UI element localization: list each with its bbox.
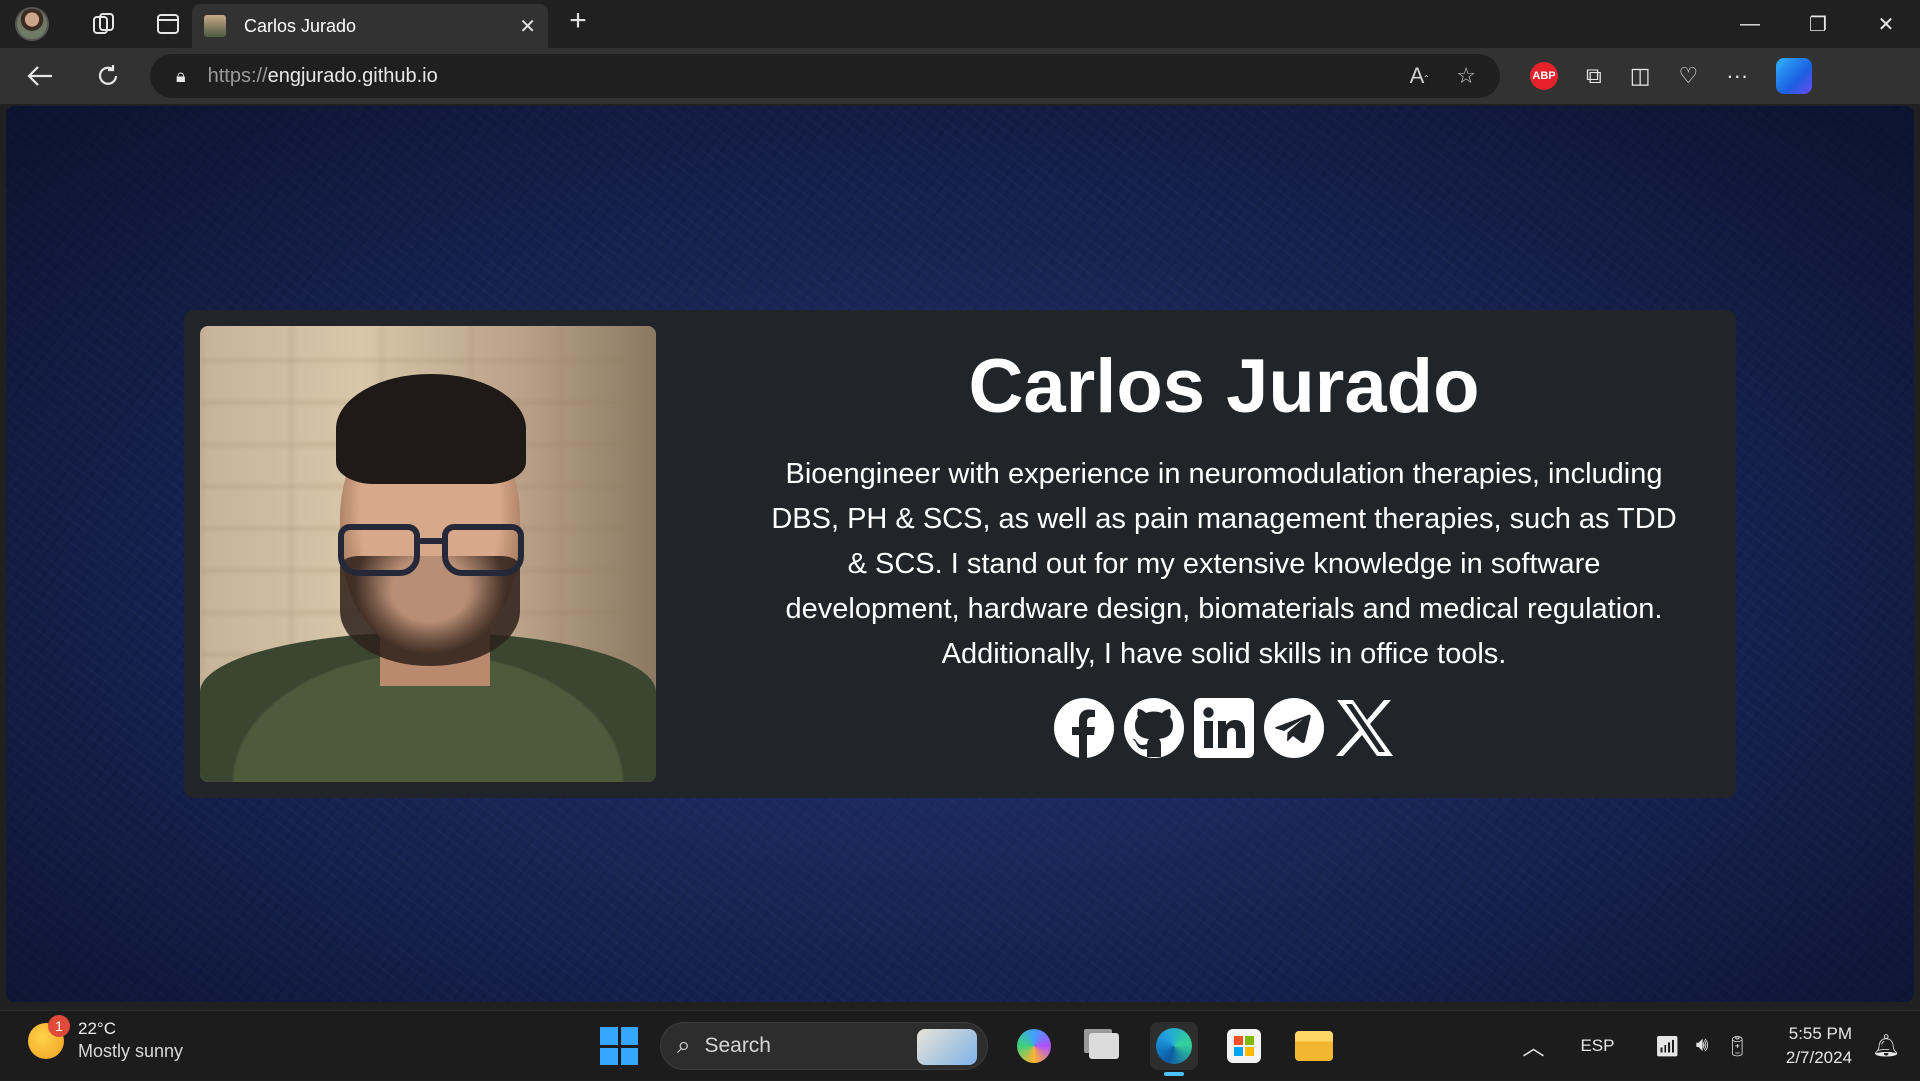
- tab-favicon: [204, 15, 226, 37]
- profile-name: Carlos Jurado: [968, 344, 1480, 429]
- url-protocol: https://: [207, 64, 268, 87]
- wifi-icon: 📶︎: [1654, 1035, 1680, 1058]
- url-actions: Aꞈ ☆: [1410, 63, 1476, 89]
- address-toolbar: 🔒︎ https://engjurado.github.io Aꞈ ☆ ABP …: [0, 48, 1920, 104]
- lock-icon[interactable]: 🔒︎: [176, 66, 186, 87]
- refresh-button[interactable]: [80, 54, 136, 98]
- workspaces-button[interactable]: [84, 4, 124, 44]
- show-hidden-icons-chevron-icon[interactable]: ︿: [1522, 1030, 1544, 1062]
- copilot-icon[interactable]: [1776, 58, 1813, 94]
- profile-info: Carlos Jurado Bioengineer with experienc…: [744, 340, 1704, 759]
- extensions-icon[interactable]: ⧉: [1586, 63, 1602, 89]
- copilot-app-icon[interactable]: [1010, 1022, 1058, 1070]
- profile-bio: Bioengineer with experience in neuromodu…: [771, 458, 1677, 670]
- weather-sun-icon: 1: [28, 1014, 70, 1059]
- search-icon: ⌕: [677, 1032, 691, 1059]
- search-label: Search: [704, 1034, 771, 1057]
- start-windows-icon[interactable]: [600, 1027, 638, 1065]
- tab-close-icon[interactable]: ✕: [519, 14, 536, 39]
- github-icon[interactable]: [1123, 697, 1185, 759]
- browser-tab-strip: Carlos Jurado ✕ + — ❐ ✕: [0, 0, 1920, 48]
- split-screen-icon[interactable]: ◫: [1630, 63, 1651, 89]
- favorite-star-icon[interactable]: ☆: [1456, 63, 1476, 89]
- social-links: [744, 697, 1704, 759]
- facebook-icon[interactable]: [1053, 697, 1115, 759]
- clock[interactable]: 5:55 PM 2/7/2024: [1786, 1022, 1852, 1070]
- minimize-icon[interactable]: —: [1716, 0, 1784, 48]
- telegram-icon[interactable]: [1263, 697, 1325, 759]
- task-view-icon[interactable]: [1080, 1022, 1128, 1070]
- weather-condition: Mostly sunny: [78, 1041, 184, 1061]
- volume-icon: 🔊︎: [1695, 1033, 1709, 1056]
- back-arrow-icon: [27, 66, 52, 86]
- restore-icon[interactable]: ❐: [1784, 0, 1852, 48]
- x-icon[interactable]: [1333, 697, 1395, 759]
- clock-time: 5:55 PM: [1788, 1024, 1853, 1043]
- new-tab-button[interactable]: +: [560, 4, 596, 38]
- taskbar-apps: ⌕ Search: [600, 1019, 1338, 1076]
- url-field[interactable]: 🔒︎ https://engjurado.github.io Aꞈ ☆: [150, 54, 1500, 98]
- tab-carlos-jurado[interactable]: Carlos Jurado ✕: [192, 4, 548, 48]
- profile-button[interactable]: [12, 4, 52, 44]
- tab-actions-icon: [157, 14, 179, 34]
- refresh-icon: [98, 65, 118, 85]
- file-explorer-icon[interactable]: [1290, 1022, 1338, 1070]
- input-language[interactable]: ESP: [1580, 1036, 1614, 1056]
- microsoft-store-icon[interactable]: [1220, 1022, 1268, 1070]
- back-button[interactable]: [12, 54, 68, 98]
- edge-app-icon[interactable]: [1150, 1022, 1198, 1076]
- workspaces-icon: [93, 13, 114, 34]
- notification-bell-icon[interactable]: 🔔︎: [1872, 1033, 1900, 1059]
- weather-widget[interactable]: 1 22°C Mostly sunny: [28, 1014, 184, 1062]
- weather-badge: 1: [48, 1014, 70, 1037]
- window-controls: — ❐ ✕: [1716, 0, 1920, 48]
- profile-avatar: [15, 7, 49, 41]
- battery-icon: 🔋︎: [1724, 1035, 1750, 1058]
- tab-title: Carlos Jurado: [244, 15, 357, 36]
- weather-temp: 22°C: [78, 1019, 116, 1038]
- clock-date: 2/7/2024: [1785, 1048, 1853, 1067]
- settings-more-icon[interactable]: ···: [1726, 63, 1748, 89]
- vertical-tabs-button[interactable]: [148, 4, 188, 44]
- close-window-icon[interactable]: ✕: [1852, 0, 1920, 48]
- browser-tools: ABP ⧉ ◫ ♡ ···: [1530, 54, 1813, 98]
- taskbar-search[interactable]: ⌕ Search: [660, 1022, 988, 1070]
- read-aloud-icon[interactable]: Aꞈ: [1410, 63, 1429, 89]
- profile-card: Carlos Jurado Bioengineer with experienc…: [184, 310, 1736, 798]
- page-viewport: Carlos Jurado Bioengineer with experienc…: [6, 106, 1914, 1002]
- browser-essentials-icon[interactable]: ♡: [1679, 63, 1699, 89]
- system-tray: ︿ ESP 📶︎ 🔊︎ 🔋︎ 5:55 PM 2/7/2024 🔔︎: [1522, 1011, 1920, 1081]
- adblock-plus-icon[interactable]: ABP: [1530, 62, 1558, 90]
- linkedin-icon[interactable]: [1193, 697, 1255, 759]
- quick-settings[interactable]: 📶︎ 🔊︎ 🔋︎: [1654, 1034, 1749, 1059]
- search-highlight-image: [917, 1029, 977, 1065]
- profile-photo: [200, 326, 656, 782]
- url-host: engjurado.github.io: [267, 64, 438, 87]
- taskbar: 1 22°C Mostly sunny ⌕ Search ︿ ESP 📶︎ 🔊︎…: [0, 1010, 1920, 1080]
